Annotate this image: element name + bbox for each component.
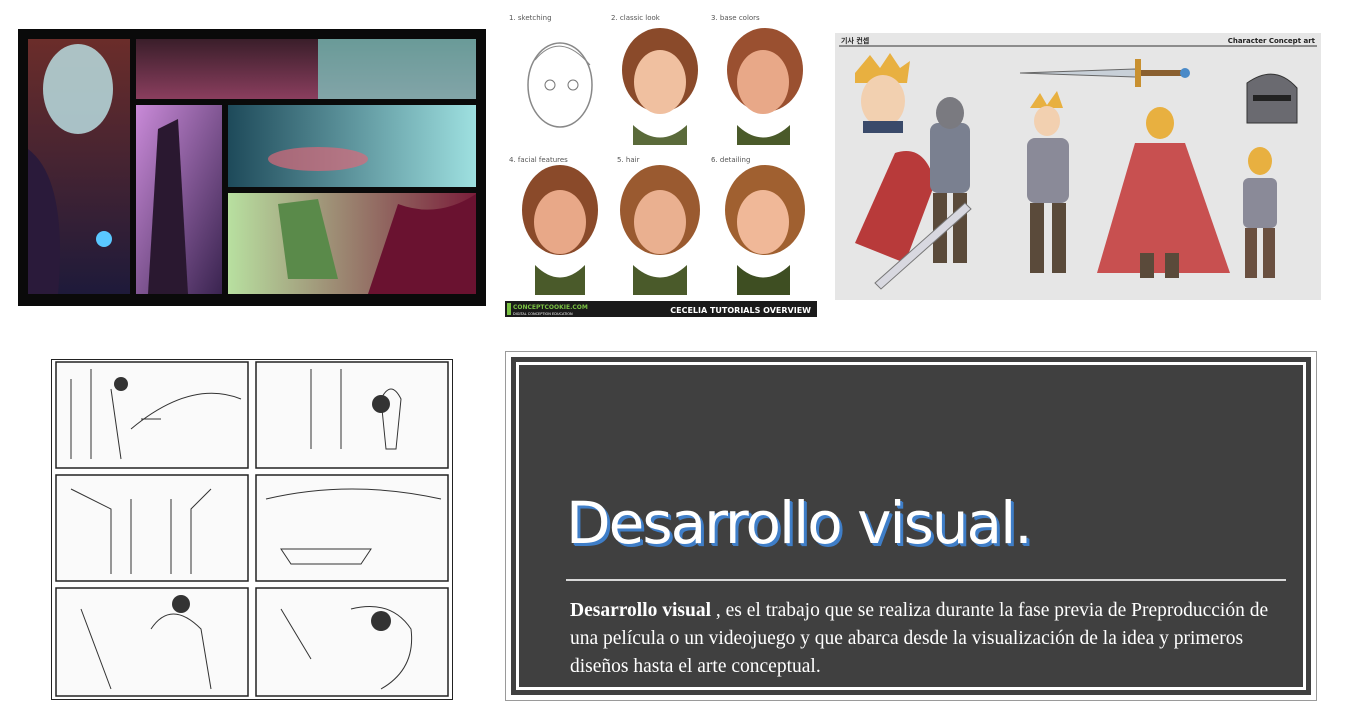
storyboard-panels-graphic — [51, 359, 453, 700]
tutorial-overview-image: 1. sketching 2. classic look 3. base col… — [505, 10, 817, 317]
tutorial-brand: CONCEPTCOOKIE.COM — [513, 304, 588, 311]
step-label: 1. sketching — [509, 14, 552, 22]
tutorial-brand-sub: DIGITAL CONCEPTION EDUCATION — [513, 312, 573, 316]
face-detailing — [725, 165, 805, 295]
knight-figure-back — [1097, 107, 1230, 278]
sheet-header-left: 기사 컨셉 — [841, 36, 869, 45]
character-sheet-graphic: 기사 컨셉 Character Concept art — [839, 36, 1317, 290]
step-label: 6. detailing — [711, 156, 750, 164]
tutorial-footer-title: CECELIA TUTORIALS OVERVIEW — [670, 306, 811, 315]
environment-panels-graphic — [28, 39, 476, 294]
card-title: Desarrollo visual. — [566, 489, 1033, 557]
character-head-portrait — [855, 53, 910, 133]
environment-concept-image — [18, 29, 486, 306]
sheet-header-right: Character Concept art — [1228, 37, 1316, 45]
helmet-graphic — [1246, 73, 1298, 124]
face-sketch — [527, 42, 593, 128]
step-label: 5. hair — [617, 156, 640, 164]
sword-graphic — [1019, 59, 1190, 87]
title-divider — [566, 579, 1286, 581]
step-label: 4. facial features — [509, 156, 568, 164]
definition-card: Desarrollo visual. Desarrollo visual , e… — [505, 351, 1317, 701]
definition-card-inner: Desarrollo visual. Desarrollo visual , e… — [511, 357, 1311, 695]
card-body: Desarrollo visual , es el trabajo que se… — [570, 597, 1270, 681]
face-hair — [620, 165, 700, 295]
face-facial-features — [522, 165, 598, 295]
step-label: 2. classic look — [611, 14, 661, 22]
character-sheet-image: 기사 컨셉 Character Concept art — [835, 33, 1321, 300]
knight-figure-casual — [1243, 147, 1277, 278]
face-base-colors — [727, 28, 803, 145]
face-classic — [622, 28, 698, 145]
step-label: 3. base colors — [711, 14, 760, 22]
card-body-bold: Desarrollo visual — [570, 600, 712, 621]
knight-figure-front — [1027, 91, 1069, 273]
tutorial-faces-graphic: 1. sketching 2. classic look 3. base col… — [505, 14, 817, 317]
storyboard-image — [51, 359, 453, 700]
